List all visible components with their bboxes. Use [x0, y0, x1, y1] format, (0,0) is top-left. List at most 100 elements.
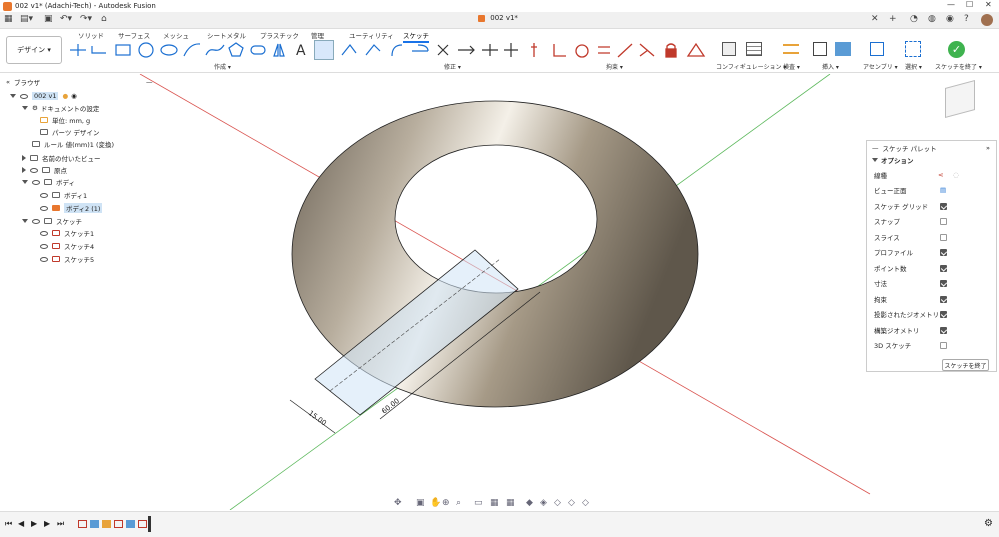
- browser-item-rule[interactable]: ルール 値(mm)1 (変換): [32, 138, 114, 150]
- construction-line-icon[interactable]: ⋖: [938, 171, 943, 179]
- browser-minimize-icon[interactable]: —: [146, 78, 153, 86]
- job-status-icon[interactable]: ◍: [928, 14, 936, 24]
- timeline-revolve-icon[interactable]: [102, 520, 111, 528]
- step-back-icon[interactable]: ◀: [18, 519, 24, 528]
- step-forward-icon[interactable]: ▶: [44, 519, 50, 528]
- slice-checkbox[interactable]: [940, 233, 947, 241]
- display-settings-icon[interactable]: ▭: [474, 498, 483, 508]
- workspace-switcher[interactable]: デザイン ▾: [6, 36, 62, 64]
- close-icon[interactable]: ✕: [985, 0, 992, 9]
- constraints-checkbox[interactable]: [940, 295, 947, 303]
- expand-icon[interactable]: »: [986, 144, 990, 152]
- zoom-icon[interactable]: ⊕: [442, 498, 450, 508]
- grid-settings-icon[interactable]: ▦: [490, 498, 499, 508]
- perpendicular-icon[interactable]: [553, 44, 566, 57]
- browser-item-units[interactable]: 単位: mm, g: [40, 114, 90, 126]
- finish-sketch-check-icon[interactable]: ✓: [948, 41, 965, 58]
- symmetry-icon[interactable]: [686, 42, 706, 57]
- visibility-icon[interactable]: [20, 93, 28, 99]
- effects-icon[interactable]: ◇: [554, 498, 561, 508]
- centerline-icon[interactable]: ◌: [953, 171, 959, 179]
- fit-icon[interactable]: ⌕: [456, 498, 461, 508]
- polygon-icon[interactable]: [228, 42, 244, 57]
- select-icon[interactable]: [905, 41, 921, 57]
- look-at-icon[interactable]: ▣: [416, 498, 425, 508]
- visibility-icon[interactable]: [30, 167, 38, 173]
- browser-item-body2[interactable]: ボディ2 (1): [40, 202, 103, 214]
- dimension-icon[interactable]: [531, 43, 537, 57]
- project-icon[interactable]: [314, 40, 334, 60]
- browser-item-sketch1[interactable]: スケッチ1: [40, 227, 94, 239]
- fillet-icon[interactable]: [391, 44, 403, 57]
- rectangle-icon[interactable]: [115, 44, 131, 56]
- projected-geometry-checkbox[interactable]: [940, 310, 947, 318]
- dimension-15-label[interactable]: 15.00: [307, 409, 328, 427]
- group-insert[interactable]: 挿入 ▾: [822, 62, 839, 71]
- offset-icon[interactable]: [341, 44, 357, 56]
- tab-plastic[interactable]: プラスチック: [260, 30, 299, 40]
- collapse-icon[interactable]: «: [6, 78, 10, 86]
- extend-icon[interactable]: [458, 45, 475, 55]
- timeline-marker[interactable]: [148, 516, 151, 532]
- timeline-sketch-icon[interactable]: [138, 520, 147, 528]
- play-icon[interactable]: ▶: [31, 519, 37, 528]
- home-icon[interactable]: ⌂: [101, 14, 107, 24]
- group-select[interactable]: 選択 ▾: [905, 62, 922, 71]
- browser-item-bodies[interactable]: ボディ: [22, 176, 75, 188]
- close-tab-icon[interactable]: ✕: [871, 14, 879, 24]
- construction-geometry-checkbox[interactable]: [940, 326, 947, 334]
- move-icon[interactable]: [504, 43, 518, 57]
- browser-item-part-design[interactable]: パーツ デザイン: [40, 126, 99, 138]
- document-tab[interactable]: 002 v1*: [470, 14, 880, 28]
- browser-item-root[interactable]: 002 v1 ● ◉: [10, 90, 77, 102]
- insert-image-icon[interactable]: [835, 42, 851, 56]
- equal-icon[interactable]: [598, 46, 610, 54]
- circle-icon[interactable]: [138, 42, 154, 58]
- browser-item-sketch4[interactable]: スケッチ4: [40, 240, 94, 252]
- orbit-icon[interactable]: ✥: [394, 498, 402, 508]
- visibility-icon[interactable]: [40, 205, 48, 211]
- maximize-icon[interactable]: ☐: [966, 0, 973, 9]
- dimension-60-label[interactable]: 60.00: [380, 397, 401, 416]
- timeline-sketch-icon[interactable]: [114, 520, 123, 528]
- finish-sketch-button[interactable]: スケッチを終了: [942, 359, 989, 371]
- timeline-extrude-icon[interactable]: [90, 520, 99, 528]
- environment-icon[interactable]: ◈: [540, 498, 547, 508]
- fast-forward-icon[interactable]: ⏭: [57, 519, 64, 529]
- sketch-plane-icon[interactable]: [365, 44, 381, 56]
- timeline-extrude-icon[interactable]: [126, 520, 135, 528]
- gear-icon[interactable]: ⚙: [984, 518, 993, 529]
- slot-icon[interactable]: [250, 45, 266, 55]
- group-finish-sketch[interactable]: スケッチを終了 ▾: [935, 62, 982, 71]
- visual-style-icon[interactable]: ◆: [526, 498, 533, 508]
- sketch-grid-checkbox[interactable]: [940, 202, 947, 210]
- look-at-icon[interactable]: ▤: [940, 186, 946, 194]
- trim-icon[interactable]: [437, 44, 449, 56]
- tab-solid[interactable]: ソリッド: [78, 30, 104, 40]
- notifications-icon[interactable]: ◉: [946, 14, 954, 24]
- points-checkbox[interactable]: [940, 264, 947, 272]
- target-icon[interactable]: ◉: [71, 92, 77, 100]
- redo-icon[interactable]: ↷▾: [80, 14, 92, 24]
- tangent-icon[interactable]: [575, 44, 589, 58]
- new-tab-icon[interactable]: +: [889, 14, 897, 24]
- group-assembly[interactable]: アセンブリ ▾: [863, 62, 898, 71]
- visibility-icon[interactable]: [32, 179, 40, 185]
- group-constraints[interactable]: 拘束 ▾: [606, 62, 623, 71]
- tab-utility[interactable]: ユーティリティ: [349, 30, 394, 40]
- save-icon[interactable]: ▣: [44, 14, 53, 24]
- 3d-sketch-checkbox[interactable]: [940, 341, 947, 349]
- rewind-icon[interactable]: ⏮: [5, 519, 12, 529]
- group-inspect[interactable]: 検査 ▾: [783, 62, 800, 71]
- insert-icon[interactable]: [813, 42, 827, 56]
- coincident-icon[interactable]: [639, 43, 655, 57]
- palette-section-options[interactable]: オプション: [872, 153, 992, 167]
- tab-manage[interactable]: 管理: [311, 30, 324, 40]
- browser-item-origin[interactable]: 原点: [22, 164, 67, 176]
- configuration-icon[interactable]: [722, 42, 736, 56]
- visibility-icon[interactable]: [40, 230, 48, 236]
- polyline-icon[interactable]: [91, 46, 106, 54]
- ellipse-icon[interactable]: [160, 44, 178, 56]
- offset-curve-icon[interactable]: [412, 44, 429, 52]
- undo-icon[interactable]: ↶▾: [60, 14, 72, 24]
